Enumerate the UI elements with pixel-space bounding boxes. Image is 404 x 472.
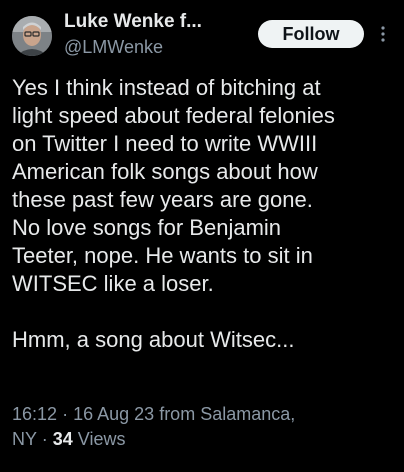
tweet-card: Luke Wenke f... @LMWenke Follow Yes I th…: [0, 0, 404, 472]
author-handle[interactable]: @LMWenke: [64, 36, 254, 58]
views-count[interactable]: 34: [53, 429, 73, 449]
tweet-text-line: No love songs for Benjamin: [12, 215, 282, 240]
tweet-source: from Salamanca,: [159, 404, 296, 424]
tweet-meta-line-2: NY · 34 Views: [12, 427, 396, 452]
tweet-text-line: on Twitter I need to write WWIII: [12, 131, 318, 156]
meta-separator: ·: [62, 404, 69, 424]
author-info[interactable]: Luke Wenke f... @LMWenke: [64, 10, 254, 58]
follow-button[interactable]: Follow: [258, 20, 364, 48]
avatar[interactable]: [12, 16, 52, 56]
tweet-text-line: Yes I think instead of bitching at: [12, 75, 321, 100]
tweet-text-line: WITSEC like a loser.: [12, 271, 214, 296]
tweet-text-blank-line: [12, 298, 396, 326]
tweet-text: Yes I think instead of bitching at light…: [12, 74, 396, 354]
tweet-text-line: Hmm, a song about Witsec...: [12, 327, 295, 352]
tweet-text-line: American folk songs about how: [12, 159, 318, 184]
tweet-text-line: Teeter, nope. He wants to sit in: [12, 243, 313, 268]
meta-separator: ·: [41, 429, 48, 449]
views-label[interactable]: Views: [78, 429, 126, 449]
tweet-text-line: these past few years are gone.: [12, 187, 313, 212]
tweet-meta-line-1: 16:12 · 16 Aug 23 from Salamanca,: [12, 402, 396, 427]
profile-photo-icon: [12, 16, 52, 56]
tweet-meta: 16:12 · 16 Aug 23 from Salamanca, NY · 3…: [12, 402, 396, 452]
tweet-date[interactable]: 16 Aug 23: [73, 404, 154, 424]
author-display-name[interactable]: Luke Wenke f...: [64, 10, 254, 34]
tweet-time[interactable]: 16:12: [12, 404, 57, 424]
tweet-text-line: light speed about federal felonies: [12, 103, 335, 128]
tweet-header: Luke Wenke f... @LMWenke Follow: [12, 10, 394, 64]
tweet-source-suffix: NY: [12, 429, 37, 449]
more-options-icon[interactable]: [376, 22, 390, 46]
